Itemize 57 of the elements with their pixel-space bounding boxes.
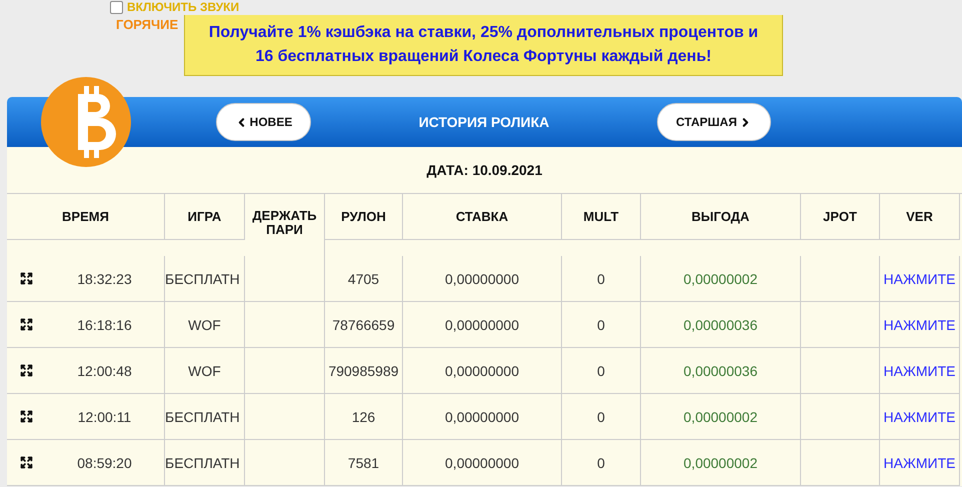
older-button[interactable]: СТАРШАЯ [657,103,771,141]
panel-title: ИСТОРИЯ РОЛИКА [418,114,550,130]
game-cell: БЕСПЛАТН [165,454,240,470]
profit-cell: 0,00000002 [684,270,758,286]
verify-link[interactable]: НАЖМИТЕ [884,270,956,286]
column-header: СТАВКА [456,210,508,224]
column-header: ДЕРЖАТЬ ПАРИ [251,209,318,237]
column-header: MULT [583,210,619,224]
date-label: ДАТА: 10.09.2021 [426,162,542,178]
game-cell: БЕСПЛАТН [165,270,240,286]
bet-cell: 0,00000000 [445,362,519,378]
column-header: JPOT [823,210,857,224]
bet-cell: 0,00000000 [445,270,519,286]
roll-cell: 4705 [348,270,380,286]
column-header: ВЫГОДА [692,210,750,224]
time-cell: 12:00:11 [78,408,132,424]
bet-cell: 0,00000000 [445,316,519,332]
time-cell: 16:18:16 [77,316,132,332]
time-cell: 08:59:20 [77,454,132,470]
newer-button[interactable]: НОВЕЕ [216,103,311,141]
promo-text: 16 бесплатных вращений Колеса Фортуны каждый день! [256,48,712,66]
profit-cell: 0,00000002 [684,408,758,424]
profit-cell: 0,00000002 [684,454,758,470]
mult-cell: 0 [597,454,605,470]
game-cell: WOF [188,362,221,378]
sound-toggle-label: ВКЛЮЧИТЬ ЗВУКИ [127,0,240,14]
mult-cell: 0 [597,316,605,332]
column-header: ВРЕМЯ [62,210,109,224]
verify-link[interactable]: НАЖМИТЕ [884,316,956,332]
mult-cell: 0 [597,362,605,378]
roll-cell: 7581 [348,454,380,470]
mult-cell: 0 [597,270,605,286]
profit-cell: 0,00000036 [684,362,758,378]
bet-cell: 0,00000000 [445,408,519,424]
game-cell: БЕСПЛАТН [165,408,240,424]
sound-checkbox[interactable] [110,0,123,14]
verify-link[interactable]: НАЖМИТЕ [884,408,956,424]
time-cell: 18:32:23 [77,270,132,286]
promo-text: Получайте 1% кэшбэка на ставки, 25% дополнительных процентов и [208,24,758,42]
expand-icon[interactable] [20,318,32,331]
roll-cell: 126 [352,408,376,424]
mult-cell: 0 [597,408,605,424]
roll-cell: 790985989 [328,362,399,378]
game-cell: WOF [188,316,221,332]
profit-cell: 0,00000036 [684,316,758,332]
bet-cell: 0,00000000 [445,454,519,470]
expand-icon[interactable] [20,364,32,377]
verify-link[interactable]: НАЖМИТЕ [884,362,956,378]
expand-icon[interactable] [20,456,32,469]
column-header: ИГРА [188,210,222,224]
verify-link[interactable]: НАЖМИТЕ [884,454,956,470]
time-cell: 12:00:48 [77,362,132,378]
column-header: VER [906,210,933,224]
expand-icon[interactable] [20,410,32,423]
roll-cell: 78766659 [332,316,395,332]
expand-icon[interactable] [20,272,32,285]
column-header: РУЛОН [341,210,386,224]
